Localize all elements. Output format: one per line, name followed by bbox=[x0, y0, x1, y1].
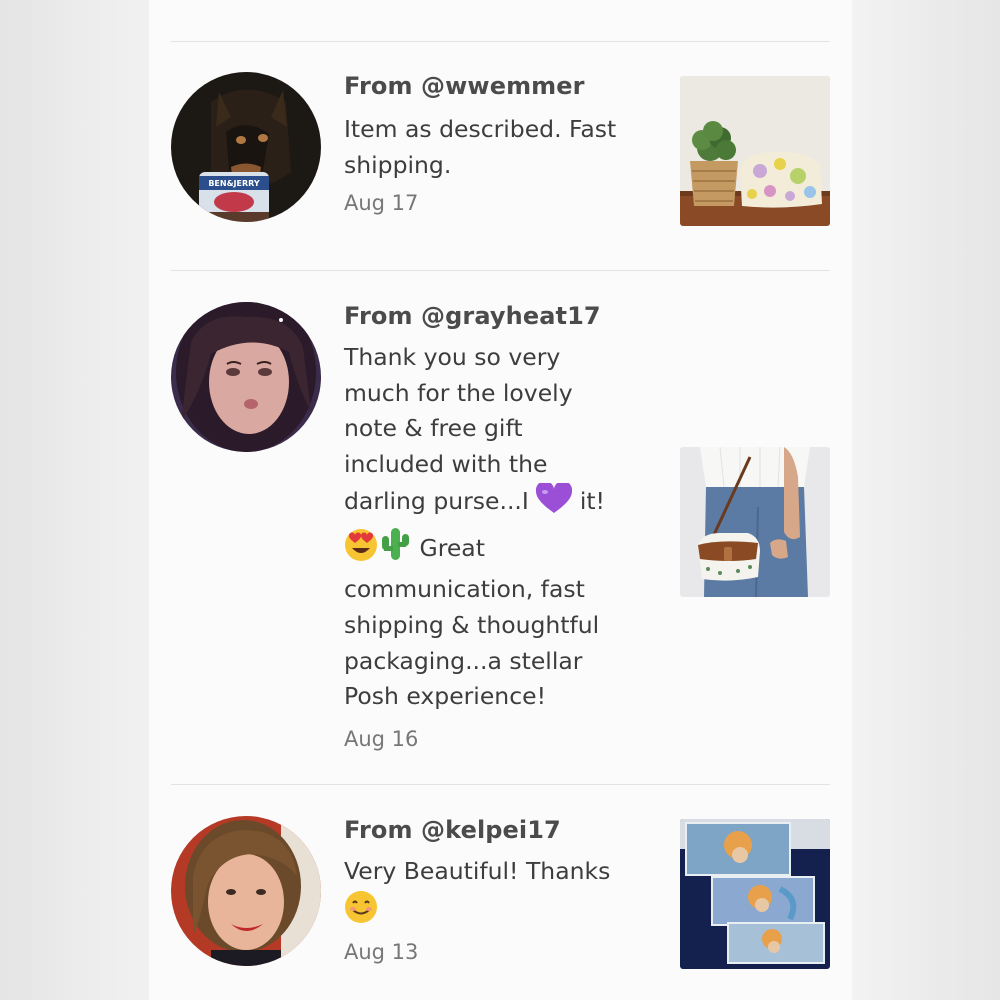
comment-line: darling purse...I bbox=[344, 486, 529, 515]
review-text: From @grayheat17 Thank you so very much f… bbox=[344, 300, 644, 753]
comment-line: shipping & thoughtful bbox=[344, 610, 600, 639]
comment-line: Posh experience! bbox=[344, 682, 546, 711]
reviews-screen: BEN&JERRY From @wwemmer Item as describe… bbox=[149, 0, 852, 1000]
divider bbox=[171, 784, 830, 785]
heart-eyes-icon bbox=[344, 528, 378, 573]
comment-line: it! bbox=[579, 486, 605, 515]
comment-line: shipping. bbox=[344, 150, 452, 179]
divider bbox=[171, 41, 830, 42]
cactus-icon bbox=[378, 526, 412, 573]
reviewer-avatar[interactable] bbox=[171, 302, 321, 452]
review-comment: Item as described. Fast shipping. bbox=[344, 112, 644, 183]
mermaid-boxes-image bbox=[680, 819, 830, 969]
comment-line: included with the bbox=[344, 450, 548, 479]
comment-line: communication, fast bbox=[344, 575, 585, 604]
comment-line: Thank you so very bbox=[344, 343, 561, 371]
purple-heart-icon bbox=[536, 480, 573, 526]
comment-line: Item as described. Fast bbox=[344, 115, 617, 143]
woman-avatar-image bbox=[171, 816, 321, 966]
reviewer-avatar[interactable]: BEN&JERRY bbox=[171, 72, 321, 222]
crossbody-purse-image bbox=[680, 447, 830, 597]
reviewer-avatar[interactable] bbox=[171, 816, 321, 966]
review-date: Aug 17 bbox=[344, 191, 419, 216]
review-date: Aug 13 bbox=[344, 940, 419, 965]
reviewer-username[interactable]: From @wwemmer bbox=[344, 70, 644, 102]
review-text: From @wwemmer Item as described. Fast shi… bbox=[344, 70, 644, 217]
svg-text:BEN&JERRY: BEN&JERRY bbox=[208, 179, 260, 188]
divider bbox=[171, 270, 830, 271]
comment-line: much for the lovely bbox=[344, 378, 573, 407]
listing-thumbnail[interactable] bbox=[680, 76, 830, 226]
comment-line: Great bbox=[419, 533, 485, 562]
reviewer-username[interactable]: From @kelpei17 bbox=[344, 814, 644, 846]
review-comment: Thank you so very much for the lovely note… bbox=[344, 340, 644, 715]
listing-thumbnail[interactable] bbox=[680, 819, 830, 969]
comment-line: Very Beautiful! Thanks bbox=[344, 857, 611, 885]
listing-thumbnail[interactable] bbox=[680, 447, 830, 597]
dog-avatar-image: BEN&JERRY bbox=[171, 72, 321, 222]
review-comment: Very Beautiful! Thanks bbox=[344, 854, 644, 934]
review-text: From @kelpei17 Very Beautiful! Thanks Au… bbox=[344, 814, 644, 966]
woman-avatar-image bbox=[171, 302, 321, 452]
plant-and-bag-image bbox=[680, 76, 830, 226]
reviewer-username[interactable]: From @grayheat17 bbox=[344, 300, 644, 332]
comment-line: packaging...a stellar bbox=[344, 646, 583, 675]
review-date: Aug 16 bbox=[344, 727, 419, 752]
comment-line: note & free gift bbox=[344, 414, 523, 443]
smiling-face-icon bbox=[344, 890, 378, 935]
